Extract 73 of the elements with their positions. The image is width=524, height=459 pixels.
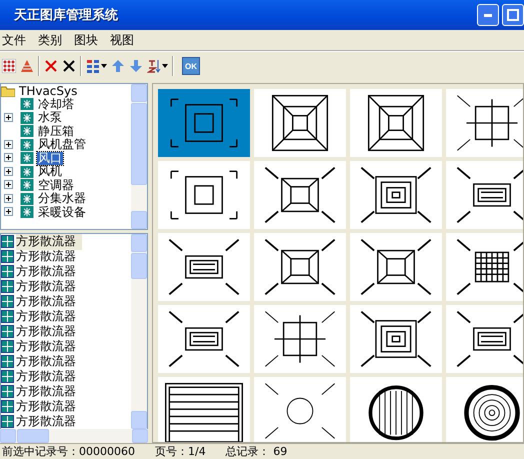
cone-icon: [20, 59, 34, 73]
menu-item[interactable]: 视图: [104, 32, 140, 48]
list-item[interactable]: 方形散流器: [16, 338, 82, 355]
list-item[interactable]: 方形散流器: [16, 413, 82, 429]
plus-icon[interactable]: [4, 207, 13, 216]
node-icon: [20, 152, 34, 164]
tree-item[interactable]: 采暖设备: [37, 206, 87, 219]
node-icon: [20, 125, 34, 138]
tree-item[interactable]: 分集水器: [37, 192, 87, 206]
list-item[interactable]: 方形散流器: [16, 308, 82, 325]
menu-item[interactable]: 图块: [68, 32, 104, 48]
tree-root[interactable]: THvacSys: [19, 84, 78, 98]
delete-icon: [44, 59, 58, 73]
list-item[interactable]: 方形散流器: [16, 263, 82, 280]
scrollbar[interactable]: [131, 84, 147, 229]
minimize-button[interactable]: [477, 4, 499, 26]
node-icon: [20, 179, 34, 192]
plus-icon[interactable]: [4, 153, 13, 162]
plus-icon[interactable]: [4, 180, 13, 190]
minimize-icon: [484, 14, 492, 16]
move-down-button[interactable]: [129, 59, 143, 73]
tree-item[interactable]: 静压箱: [37, 124, 75, 138]
remove-button[interactable]: [62, 59, 76, 73]
tree-item[interactable]: 风机: [37, 165, 63, 178]
close-icon: [62, 59, 76, 73]
status-text: 前选中记录号：00000060: [2, 444, 135, 459]
caret-icon: [101, 64, 107, 68]
tree-item[interactable]: 空调器: [37, 178, 75, 192]
caret-icon: [162, 64, 168, 68]
folder-icon: [1, 84, 15, 97]
status-text: 总记录： 69: [226, 444, 288, 459]
list-item[interactable]: 方形散流器: [16, 293, 82, 310]
status-text: 页号：1/4: [155, 444, 206, 459]
tree-item[interactable]: 风机盘管: [37, 138, 87, 152]
grid-icon: [86, 59, 100, 73]
menu-item[interactable]: 文件: [0, 32, 32, 48]
dots-icon: [2, 59, 16, 73]
list-item[interactable]: 方形散流器: [16, 383, 82, 400]
sort-icon: [147, 59, 161, 73]
plus-icon[interactable]: [4, 166, 13, 176]
node-icon: [20, 166, 34, 178]
node-icon: [20, 192, 34, 205]
plus-icon[interactable]: [4, 112, 13, 122]
list-item[interactable]: 方形散流器: [16, 234, 82, 250]
tree-item[interactable]: 风口: [37, 152, 63, 165]
node-icon: [20, 98, 34, 110]
node-icon: [20, 112, 34, 124]
horizontal-scrollbar[interactable]: [0, 429, 148, 443]
window-title: 天正图库管理系统: [14, 6, 118, 24]
up-arrow-icon: [111, 59, 125, 73]
list-item[interactable]: 方形散流器: [16, 353, 82, 370]
delete-button[interactable]: [44, 59, 58, 73]
sort-button[interactable]: [147, 59, 168, 73]
plus-icon[interactable]: [4, 194, 13, 203]
menu-item[interactable]: 类别: [32, 32, 68, 48]
list-item[interactable]: 方形散流器: [16, 248, 82, 265]
list-item[interactable]: 方形散流器: [16, 398, 82, 415]
down-arrow-icon: [129, 59, 143, 73]
move-up-button[interactable]: [111, 59, 125, 73]
node-icon: [20, 206, 34, 218]
tree-item[interactable]: 水泵: [37, 111, 63, 124]
list-item[interactable]: 方形散流器: [16, 278, 82, 295]
view-button[interactable]: [86, 59, 107, 73]
cone-button[interactable]: [20, 59, 34, 73]
scrollbar[interactable]: [131, 234, 147, 429]
node-icon: [20, 138, 34, 151]
list-item[interactable]: 方形散流器: [16, 323, 82, 340]
plus-icon[interactable]: [4, 140, 13, 149]
dots-button[interactable]: [2, 59, 16, 73]
tree-item[interactable]: 冷却塔: [37, 98, 75, 111]
maximize-icon: [507, 9, 519, 21]
maximize-button[interactable]: [502, 4, 524, 26]
list-item[interactable]: 方形散流器: [16, 368, 82, 385]
